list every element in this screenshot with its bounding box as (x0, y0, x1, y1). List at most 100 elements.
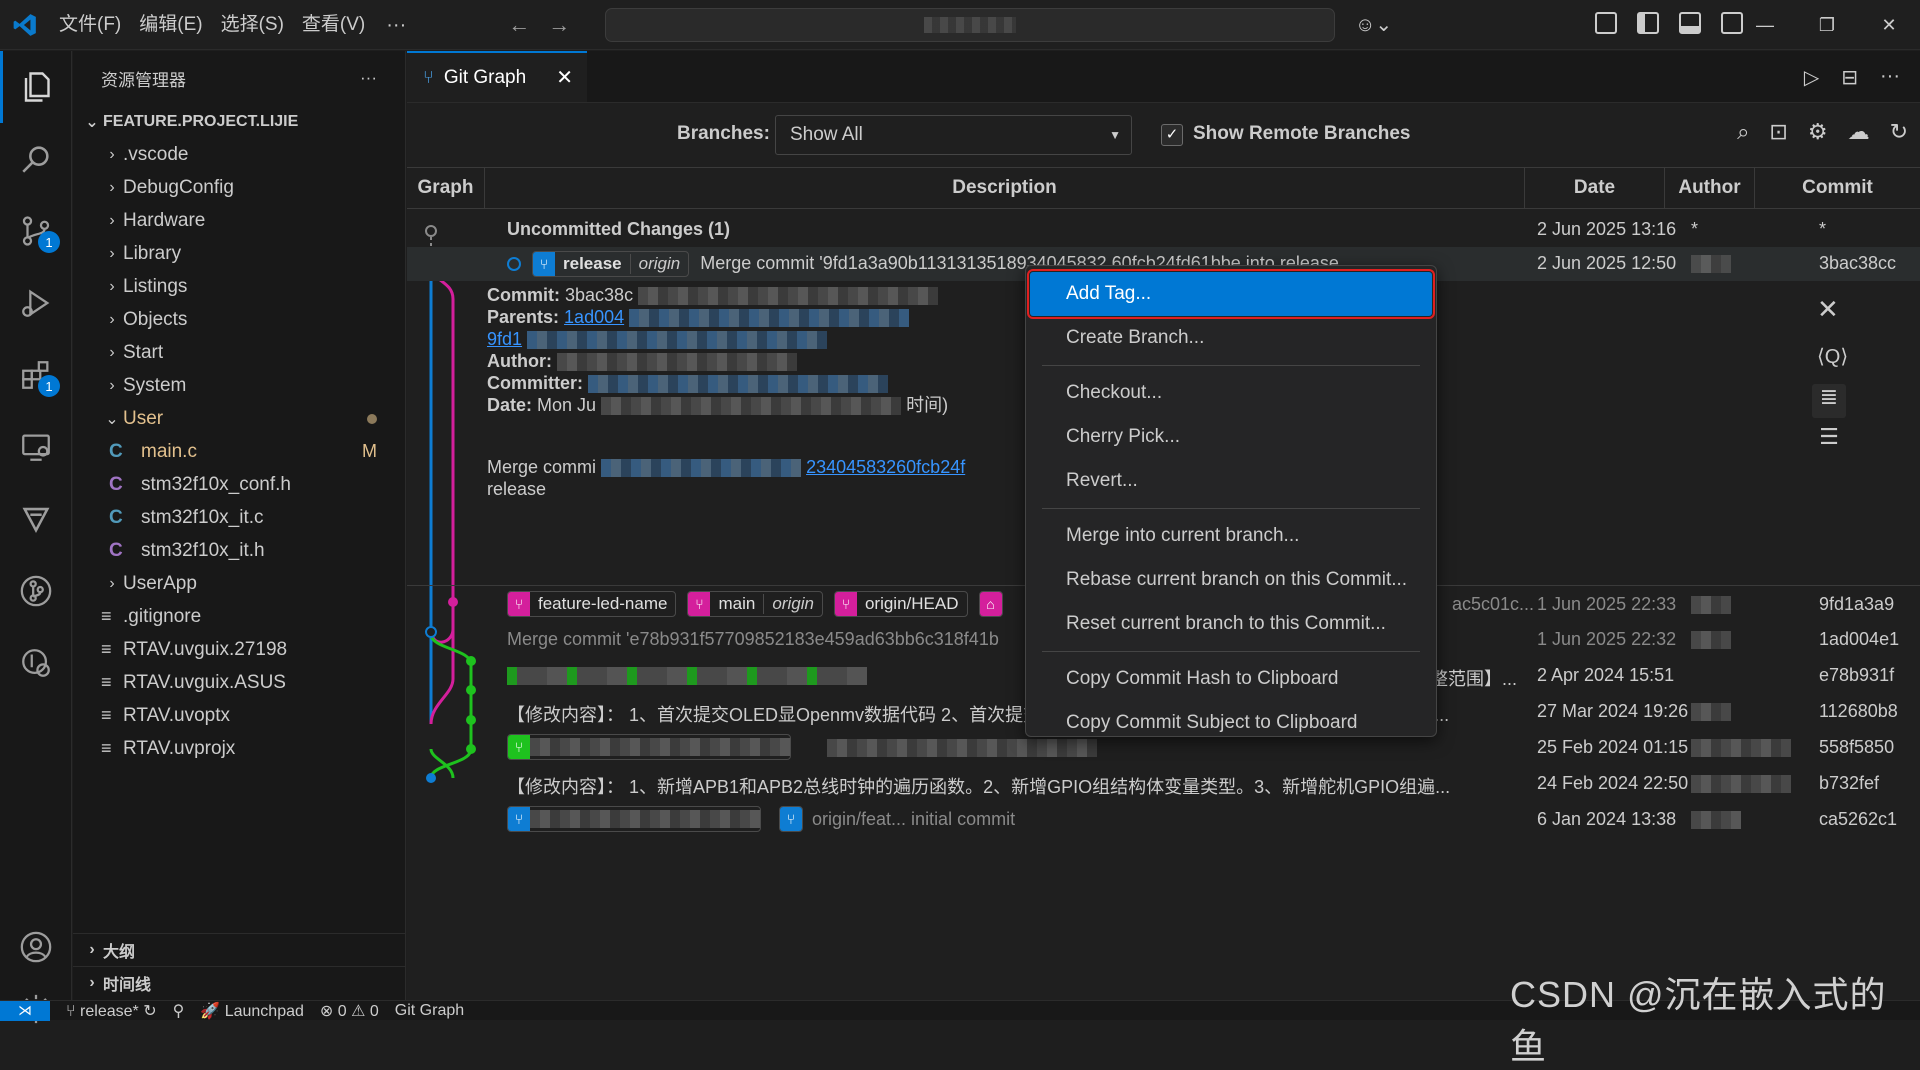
run-icon[interactable]: ▷ (1804, 65, 1819, 90)
run-debug-icon[interactable] (0, 267, 72, 339)
menu-checkout[interactable]: Checkout... (1030, 371, 1432, 415)
branches-dropdown[interactable]: Show All ▼ (775, 115, 1132, 155)
minimize-button[interactable]: — (1734, 0, 1796, 50)
gitlens-icon[interactable] (0, 627, 72, 699)
fetch-cloud-icon[interactable]: ☁ (1848, 119, 1870, 145)
explorer-more-button[interactable]: ··· (360, 68, 377, 88)
tree-item-library[interactable]: › Library (73, 237, 405, 270)
tree-view-icon[interactable]: ≣ (1812, 384, 1846, 418)
menu-more-button[interactable]: ··· (374, 0, 418, 50)
repo-settings-gear-icon[interactable]: ⚙ (1808, 119, 1828, 145)
menu-edit[interactable]: 编辑(E) (130, 0, 211, 50)
tree-item-debugconfig[interactable]: › DebugConfig (73, 171, 405, 204)
close-window-button[interactable]: ✕ (1858, 0, 1920, 50)
chevron-right-icon: › (109, 145, 115, 163)
commit-row[interactable]: 【修改内容】： 1、新增APB1和APB2总线时钟的遍历函数。2、新增GPIO组… (407, 765, 1920, 801)
back-arrow-icon[interactable]: ← (508, 12, 530, 38)
menu-copy-hash[interactable]: Copy Commit Hash to Clipboard (1030, 657, 1432, 701)
details-close-icon[interactable]: ✕ (1817, 294, 1895, 325)
terminal-icon[interactable]: ⊡ (1769, 119, 1787, 145)
tree-item-gitignore[interactable]: ≡ .gitignore (73, 600, 405, 633)
menu-add-tag[interactable]: Add Tag... (1027, 269, 1435, 319)
extensions-icon[interactable]: 1 (0, 339, 72, 411)
tree-item-uvprojx[interactable]: ≡ RTAV.uvprojx (73, 732, 405, 765)
split-editor-icon[interactable]: ⊟ (1841, 65, 1858, 90)
branch-ref-origin-head[interactable]: ⑂ origin/HEAD (833, 591, 968, 617)
keil-assistant-icon[interactable] (0, 483, 72, 555)
menu-reset[interactable]: Reset current branch to this Commit... (1030, 602, 1432, 646)
list-view-icon[interactable]: ☰ (1812, 424, 1846, 458)
tree-item-system[interactable]: › System (73, 369, 405, 402)
col-graph[interactable]: Graph (407, 168, 485, 208)
menu-selection[interactable]: 选择(S) (212, 0, 293, 50)
remote-explorer-icon[interactable] (0, 411, 72, 483)
tree-item-userapp[interactable]: › UserApp (73, 567, 405, 600)
customize-layout-icon[interactable] (1595, 12, 1617, 34)
show-remote-checkbox[interactable]: ✓ (1161, 124, 1183, 146)
menu-merge[interactable]: Merge into current branch... (1030, 514, 1432, 558)
remote-indicator-icon[interactable]: ⋊ (0, 1000, 50, 1021)
find-icon[interactable]: ⌕ (1737, 119, 1749, 145)
branch-ref-origin-feat[interactable]: ⑂ (779, 806, 803, 832)
tree-item-listings[interactable]: › Listings (73, 270, 405, 303)
timeline-section[interactable]: › 时间线 (73, 966, 406, 999)
menu-copy-subject[interactable]: Copy Commit Subject to Clipboard (1030, 701, 1432, 745)
command-center[interactable] (605, 8, 1335, 42)
branch-icon: ⑂ (508, 735, 530, 759)
col-description[interactable]: Description (485, 168, 1525, 208)
tree-item-stm32f10x-it-c[interactable]: Cstm32f10x_it.c (73, 501, 405, 534)
col-author[interactable]: Author (1665, 168, 1755, 208)
menu-rebase[interactable]: Rebase current branch on this Commit... (1030, 558, 1432, 602)
tree-item-hardware[interactable]: › Hardware (73, 204, 405, 237)
tree-item-stm32f10x-it-h[interactable]: Cstm32f10x_it.h (73, 534, 405, 567)
tree-item-uvguix-asus[interactable]: ≡ RTAV.uvguix.ASUS (73, 666, 405, 699)
refresh-icon[interactable]: ↻ (1890, 119, 1908, 145)
branch-ref-blurred[interactable]: ⑂ (507, 734, 791, 760)
more-actions-icon[interactable]: ··· (1880, 65, 1900, 90)
problems-status[interactable]: ⊗ 0 ⚠ 0 (320, 1001, 379, 1021)
tree-item-main-c[interactable]: Cmain.c M (73, 435, 405, 468)
menu-view[interactable]: 查看(V) (293, 0, 374, 50)
tree-item-stm32f10x-conf-h[interactable]: Cstm32f10x_conf.h (73, 468, 405, 501)
branch-ref-blurred[interactable]: ⑂ (507, 806, 761, 832)
tab-close-icon[interactable]: ✕ (556, 65, 573, 90)
commit-row[interactable]: ⑂ ⑂ origin/feat... initial commit 6 Jan … (407, 801, 1920, 837)
parent-link[interactable]: 9fd1 (487, 329, 522, 349)
toggle-panel-icon[interactable] (1679, 12, 1701, 34)
forward-arrow-icon[interactable]: → (548, 12, 570, 38)
menu-file[interactable]: 文件(F) (50, 0, 130, 50)
parent-link[interactable]: 1ad004 (564, 307, 624, 327)
git-graph-icon[interactable] (0, 555, 72, 627)
branch-ref-main[interactable]: ⑂ main origin (687, 591, 823, 617)
tree-item-objects[interactable]: › Objects (73, 303, 405, 336)
tree-item-uvguix-27198[interactable]: ≡ RTAV.uvguix.27198 (73, 633, 405, 666)
commit-row-uncommitted[interactable]: Uncommitted Changes (1) 2 Jun 2025 13:16… (407, 211, 1920, 247)
tree-item-uvoptx[interactable]: ≡ RTAV.uvoptx (73, 699, 405, 732)
git-graph-status[interactable]: Git Graph (395, 1002, 464, 1020)
tab-git-graph[interactable]: ⑂ Git Graph ✕ (407, 51, 587, 102)
code-review-icon[interactable]: ⟨Q⟩ (1817, 344, 1848, 369)
launchpad-status[interactable]: 🚀 Launchpad (200, 1001, 304, 1021)
branch-ref-release[interactable]: ⑂ release origin (532, 251, 690, 277)
gitlens-status-icon[interactable]: ⚲ (173, 1001, 185, 1021)
branch-ref-feature-led-name[interactable]: ⑂ feature-led-name (507, 591, 677, 617)
tree-item-user[interactable]: ⌄ User (73, 402, 405, 435)
branch-status[interactable]: ⑂ release* ↻ (66, 1001, 157, 1021)
search-icon[interactable] (0, 123, 72, 195)
tree-item-vscode[interactable]: › .vscode (73, 138, 405, 171)
tree-item-start[interactable]: › Start (73, 336, 405, 369)
restore-button[interactable]: ❐ (1796, 0, 1858, 50)
tag-ref[interactable]: ⌂ (978, 591, 1003, 617)
menu-create-branch[interactable]: Create Branch... (1030, 316, 1432, 360)
source-control-icon[interactable]: 1 (0, 195, 72, 267)
col-commit[interactable]: Commit (1755, 168, 1920, 208)
copilot-icon[interactable]: ☺⌄ (1355, 12, 1392, 37)
outline-section[interactable]: › 大纲 (73, 933, 406, 966)
menu-revert[interactable]: Revert... (1030, 459, 1432, 503)
toggle-primary-sidebar-icon[interactable] (1637, 12, 1659, 34)
workspace-folder[interactable]: ⌄ FEATURE.PROJECT.LIJIE (73, 105, 405, 138)
message-hash-link[interactable]: 23404583260fcb24f (806, 457, 965, 477)
col-date[interactable]: Date (1525, 168, 1665, 208)
menu-cherry-pick[interactable]: Cherry Pick... (1030, 415, 1432, 459)
explorer-icon[interactable] (0, 51, 72, 123)
